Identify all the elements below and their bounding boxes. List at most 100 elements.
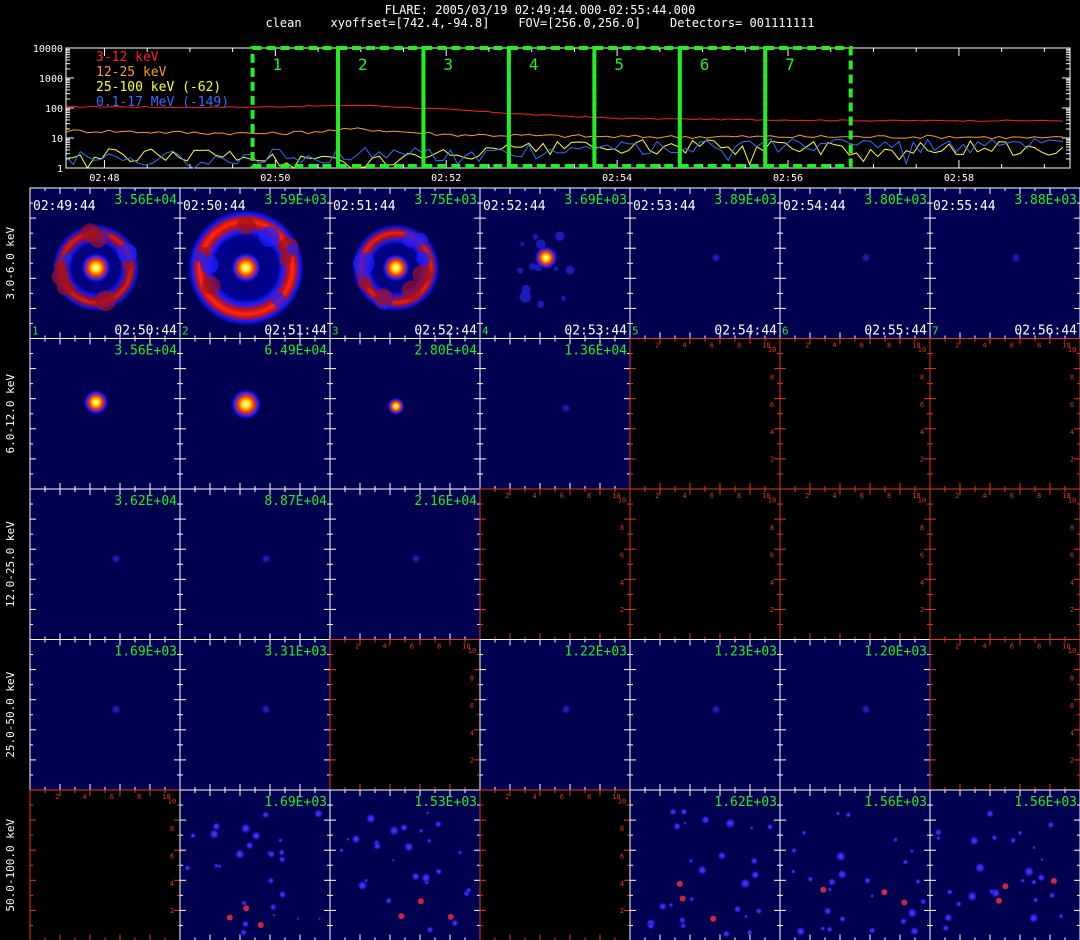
noise-blob (739, 878, 751, 889)
cell-axis-label: 6 (1010, 342, 1014, 350)
cell-axis-label: 4 (382, 643, 386, 651)
cell-index: 7 (932, 325, 939, 338)
cell-max-value: 3.56E+04 (114, 193, 177, 208)
image-cell: 224466881010 (779, 338, 931, 490)
cell-axis-label: 6 (560, 793, 564, 801)
cell-axis-label: 2 (655, 342, 659, 350)
cell-max-value: 3.75E+03 (414, 193, 477, 208)
ring-blob (201, 276, 221, 295)
cell-background (330, 338, 480, 489)
energy-band-label: 25.0-50.0 keV (4, 671, 17, 757)
noise-blob (373, 842, 382, 851)
cell-index: 2 (182, 325, 189, 338)
noise-blob (697, 865, 708, 876)
legend-entry: 12-25 keV (96, 65, 167, 80)
noise-blob (1020, 878, 1026, 884)
y-tick-label: 10 (51, 134, 63, 145)
cell-axis-label: 4 (682, 342, 686, 350)
cell-axis-label: 8 (1070, 524, 1074, 532)
noise-blob (934, 828, 943, 837)
ring-blob (286, 243, 298, 255)
cell-background (480, 790, 630, 940)
noise-blob (669, 808, 677, 816)
cell-background (930, 639, 1080, 790)
noise-blob (385, 897, 393, 905)
cell-axis-label: 2 (55, 793, 59, 801)
noise-blob (1009, 837, 1017, 844)
time-interval-label: 5 (614, 55, 624, 74)
y-tick-label: 10000 (33, 44, 63, 55)
cell-end-time: 02:52:44 (414, 324, 477, 339)
cell-axis-label: 10 (1062, 492, 1070, 500)
noise-blob (451, 919, 459, 927)
noise-blob (835, 851, 847, 862)
image-cell: 6.49E+04 (179, 338, 331, 490)
cell-background (330, 489, 480, 640)
cell-axis-label: 2 (620, 606, 624, 614)
noise-blob (1032, 845, 1037, 850)
faint-blob (565, 265, 575, 275)
noise-blob (717, 851, 727, 861)
cell-axis-label: 4 (770, 428, 774, 436)
noise-blob (399, 823, 409, 832)
image-cell: 224466881010 (479, 488, 631, 640)
cell-axis-label: 8 (137, 793, 141, 801)
cell-index: 1 (32, 325, 39, 338)
noise-blob (801, 830, 807, 836)
legend-entry: 25-100 keV (-62) (96, 80, 221, 95)
source-core (80, 251, 112, 284)
cell-axis-label: 8 (887, 492, 891, 500)
cell-axis-label: 4 (832, 492, 836, 500)
noise-blob (936, 835, 941, 841)
noise-blob (391, 858, 395, 862)
noise-blob (909, 848, 915, 854)
ring-blob (117, 243, 137, 264)
noise-blob (724, 817, 736, 829)
cell-max-value: 1.53E+03 (414, 795, 477, 810)
noise-blob (827, 877, 837, 887)
image-cell: 1.69E+03 (179, 789, 331, 940)
noise-blob (988, 888, 995, 895)
cell-axis-label: 8 (770, 374, 774, 382)
noise-blob (807, 876, 814, 883)
cell-axis-label: 6 (470, 702, 474, 710)
noise-blob (296, 917, 300, 921)
cell-axis-label: 10 (1062, 643, 1070, 651)
noise-blob (680, 808, 688, 816)
cell-max-value: 1.36E+04 (564, 344, 627, 359)
noise-blob (969, 835, 980, 846)
noise-blob (267, 850, 276, 859)
cell-background (30, 639, 180, 790)
cell-background (780, 489, 930, 640)
cell-background (30, 489, 180, 640)
noise-blob (388, 825, 400, 837)
noise-blob (668, 902, 674, 908)
faint-blob (111, 553, 121, 564)
cell-axis-label: 2 (470, 757, 474, 765)
cell-axis-label: 8 (437, 643, 441, 651)
image-cell: 3.62E+04 (29, 488, 181, 640)
cell-axis-label: 6 (860, 342, 864, 350)
noise-blob (241, 920, 250, 928)
cell-axis-label: 4 (82, 793, 86, 801)
noise-blob (688, 858, 694, 864)
faint-blob (411, 553, 421, 564)
noise-blob (1017, 830, 1023, 836)
cell-axis-label: 6 (770, 551, 774, 559)
cell-max-value: 6.49E+04 (264, 344, 327, 359)
noise-blob (365, 813, 377, 824)
noise-blob (213, 863, 219, 869)
ring-blob (374, 288, 393, 307)
faint-blob (261, 704, 271, 715)
ring-blob (258, 226, 280, 247)
legend-entry: 0.1-17 MeV (-149) (96, 95, 229, 110)
noise-blob (1058, 913, 1064, 920)
noise-blob (313, 808, 324, 819)
cell-background (330, 639, 480, 790)
image-cell: 224466881010 (929, 338, 1080, 490)
cell-end-time: 02:53:44 (564, 324, 627, 339)
energy-band-label: 6.0-12.0 keV (4, 374, 17, 454)
cell-index: 6 (782, 325, 789, 338)
cell-axis-label: 8 (587, 793, 591, 801)
noise-blob (899, 917, 908, 925)
